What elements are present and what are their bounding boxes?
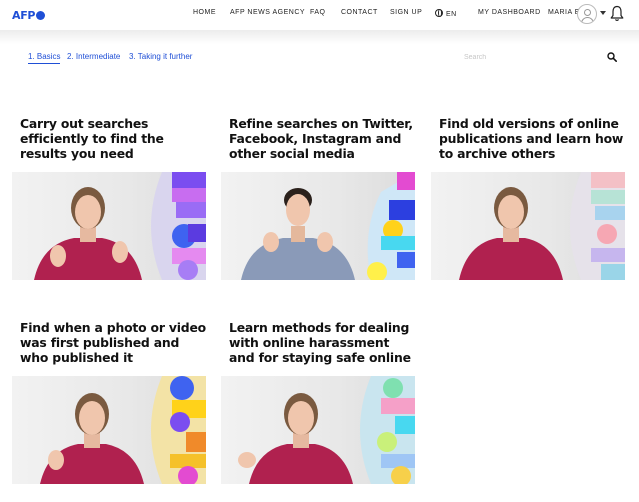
presenter-illustration (241, 172, 415, 280)
course-title: Refine searches on Twitter, Facebook, In… (229, 116, 423, 161)
afp-logo[interactable]: AFP (12, 8, 46, 22)
nav-afp-news-agency[interactable]: AFP NEWS AGENCY (230, 9, 305, 16)
course-card[interactable]: Find when a photo or video was first pub… (12, 320, 206, 486)
course-title-line: Facebook, Instagram and (229, 131, 402, 146)
header-shadow (0, 30, 639, 44)
course-card[interactable]: Learn methods for dealing with online ha… (221, 320, 415, 486)
search-icon[interactable] (607, 52, 617, 62)
nav-my-dashboard[interactable]: MY DASHBOARD (478, 9, 541, 16)
bell-icon[interactable] (610, 5, 624, 22)
presenter-illustration (34, 172, 206, 280)
tab-basics[interactable]: 1. Basics (28, 52, 61, 64)
user-menu-chevron-down-icon[interactable] (600, 11, 606, 15)
language-selector[interactable]: EN (435, 9, 457, 18)
avatar[interactable] (577, 4, 597, 24)
course-thumbnail[interactable] (221, 172, 415, 280)
course-thumbnail[interactable] (221, 376, 415, 484)
course-thumbnail[interactable] (12, 376, 206, 484)
course-title-line: results you need (20, 146, 134, 161)
course-title-line: Find when a photo or video (20, 320, 206, 335)
nav-contact[interactable]: CONTACT (341, 9, 378, 16)
course-title-line: Learn methods for dealing (229, 320, 410, 335)
search-bar (464, 50, 619, 64)
search-input[interactable] (464, 50, 602, 64)
nav-faq[interactable]: FAQ (310, 9, 326, 16)
presenter-illustration (238, 376, 415, 484)
course-title-line: was first published and (20, 335, 180, 350)
user-name[interactable]: MARIA E (548, 9, 580, 16)
presenter-illustration (459, 172, 625, 280)
course-card[interactable]: Carry out searches efficiently to find t… (12, 116, 206, 282)
nav-sign-up[interactable]: SIGN UP (390, 9, 422, 16)
course-title: Find old versions of online publications… (439, 116, 633, 161)
course-title-line: to archive others (439, 146, 556, 161)
tab-taking-it-further[interactable]: 3. Taking it further (129, 52, 192, 61)
course-title-line: other social media (229, 146, 355, 161)
top-navigation-bar: AFP HOME AFP NEWS AGENCY FAQ CONTACT SIG… (0, 0, 639, 30)
globe-icon (435, 9, 443, 17)
language-label: EN (446, 11, 457, 18)
avatar-body-shape (581, 17, 594, 23)
course-title-line: with online harassment (229, 335, 390, 350)
course-title-line: Refine searches on Twitter, (229, 116, 413, 131)
logo-text: AFP (12, 8, 36, 22)
course-title: Find when a photo or video was first pub… (20, 320, 214, 365)
course-title-line: efficiently to find the (20, 131, 164, 146)
course-card[interactable]: Find old versions of online publications… (431, 116, 625, 282)
course-title: Learn methods for dealing with online ha… (229, 320, 423, 365)
course-title-line: and for staying safe online (229, 350, 411, 365)
avatar-head-shape (584, 9, 591, 16)
course-title-line: who published it (20, 350, 133, 365)
course-title: Carry out searches efficiently to find t… (20, 116, 214, 161)
course-thumbnail[interactable] (431, 172, 625, 280)
nav-home[interactable]: HOME (193, 9, 216, 16)
tab-intermediate[interactable]: 2. Intermediate (67, 52, 120, 61)
course-title-line: Carry out searches (20, 116, 149, 131)
course-title-line: publications and learn how (439, 131, 624, 146)
course-thumbnail[interactable] (12, 172, 206, 280)
presenter-illustration (40, 376, 206, 484)
course-title-line: Find old versions of online (439, 116, 619, 131)
logo-dot-icon (36, 10, 46, 20)
course-card[interactable]: Refine searches on Twitter, Facebook, In… (221, 116, 415, 282)
